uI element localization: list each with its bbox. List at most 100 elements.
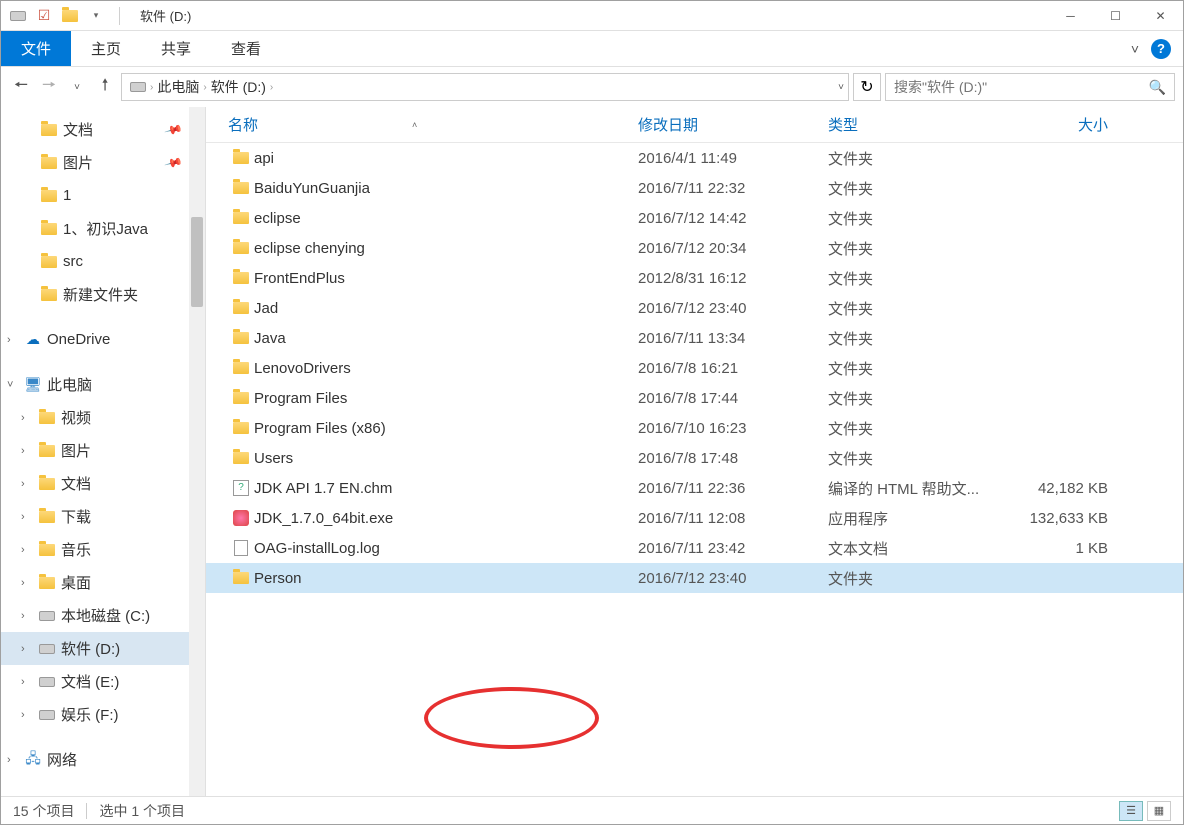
file-row[interactable]: LenovoDrivers2016/7/8 16:21文件夹 (206, 353, 1183, 383)
file-type: 文件夹 (828, 358, 1008, 379)
file-name: JDK_1.7.0_64bit.exe (254, 510, 638, 527)
back-button[interactable]: 🠔 (9, 75, 33, 99)
sidebar-thispc[interactable]: ˅ 🖥 此电脑 (1, 368, 205, 401)
help-icon[interactable]: ? (1151, 39, 1171, 59)
file-row[interactable]: BaiduYunGuanjia2016/7/11 22:32文件夹 (206, 173, 1183, 203)
minimize-button[interactable]: ─ (1048, 1, 1093, 31)
sidebar-item[interactable]: ›本地磁盘 (C:) (1, 599, 205, 632)
file-row[interactable]: Jad2016/7/12 23:40文件夹 (206, 293, 1183, 323)
file-date: 2016/7/8 17:44 (638, 390, 828, 407)
qat-dropdown-icon[interactable]: ▾ (85, 5, 107, 27)
maximize-button[interactable]: ☐ (1093, 1, 1138, 31)
file-row[interactable]: Person2016/7/12 23:40文件夹 (206, 563, 1183, 593)
chevron-right-icon[interactable]: › (21, 676, 37, 688)
file-row[interactable]: api2016/4/1 11:49文件夹 (206, 143, 1183, 173)
sidebar-item[interactable]: 图片📌 (1, 146, 205, 179)
log-icon (228, 540, 254, 556)
sidebar-item[interactable]: ›桌面 (1, 566, 205, 599)
address-bar[interactable]: › 此电脑 › 软件 (D:) › ˅ (121, 73, 849, 101)
history-dropdown-icon[interactable]: ˅ (65, 75, 89, 99)
sidebar-item[interactable]: ›音乐 (1, 533, 205, 566)
sidebar-item[interactable]: 文档📌 (1, 113, 205, 146)
chevron-right-icon[interactable]: › (270, 82, 273, 93)
file-row[interactable]: JDK_1.7.0_64bit.exe2016/7/11 12:08应用程序13… (206, 503, 1183, 533)
file-row[interactable]: Program Files2016/7/8 17:44文件夹 (206, 383, 1183, 413)
file-row[interactable]: eclipse chenying2016/7/12 20:34文件夹 (206, 233, 1183, 263)
sidebar-onedrive[interactable]: › ☁ OneDrive (1, 323, 205, 356)
close-button[interactable]: ✕ (1138, 1, 1183, 31)
search-box[interactable]: 🔍 (885, 73, 1175, 101)
chevron-right-icon[interactable]: › (7, 754, 23, 766)
sidebar-item[interactable]: 1、初识Java (1, 212, 205, 245)
chevron-right-icon[interactable]: › (21, 643, 37, 655)
sidebar-item[interactable]: ›娱乐 (F:) (1, 698, 205, 731)
sidebar-item[interactable]: ›下载 (1, 500, 205, 533)
file-name: JDK API 1.7 EN.chm (254, 480, 638, 497)
sidebar-item[interactable]: 1 (1, 179, 205, 212)
file-name: eclipse chenying (254, 240, 638, 257)
drive-icon (37, 611, 57, 621)
qat-properties-icon[interactable]: ☑ (33, 5, 55, 27)
sidebar-network[interactable]: › 🖧 网络 (1, 743, 205, 776)
folder-icon (228, 212, 254, 224)
chevron-down-icon[interactable]: ˅ (7, 379, 23, 391)
column-date[interactable]: 修改日期 (638, 114, 828, 135)
chevron-right-icon[interactable]: › (21, 412, 37, 424)
sidebar-item[interactable]: ›视频 (1, 401, 205, 434)
file-row[interactable]: eclipse2016/7/12 14:42文件夹 (206, 203, 1183, 233)
search-icon[interactable]: 🔍 (1149, 79, 1166, 96)
file-date: 2016/7/11 12:08 (638, 510, 828, 527)
chevron-right-icon[interactable]: › (21, 577, 37, 589)
onedrive-icon: ☁ (23, 331, 43, 348)
sidebar-item[interactable]: 新建文件夹 (1, 278, 205, 311)
sidebar-scrollbar[interactable] (189, 107, 205, 796)
tab-file[interactable]: 文件 (1, 31, 71, 66)
file-date: 2016/7/11 22:32 (638, 180, 828, 197)
column-name[interactable]: 名称˄ (228, 114, 638, 135)
column-size[interactable]: 大小 (1008, 114, 1128, 135)
column-type[interactable]: 类型 (828, 114, 1008, 135)
drive-icon (37, 644, 57, 654)
sidebar-item[interactable]: ›文档 (1, 467, 205, 500)
column-headers: 名称˄ 修改日期 类型 大小 (206, 107, 1183, 143)
ribbon-expand-icon[interactable]: ˅ (1131, 41, 1139, 57)
chevron-right-icon[interactable]: › (21, 544, 37, 556)
file-row[interactable]: OAG-installLog.log2016/7/11 23:42文本文档1 K… (206, 533, 1183, 563)
breadcrumb-thispc[interactable]: 此电脑 (153, 77, 203, 97)
file-row[interactable]: FrontEndPlus2012/8/31 16:12文件夹 (206, 263, 1183, 293)
search-input[interactable] (894, 79, 1149, 95)
chevron-right-icon[interactable]: › (21, 478, 37, 490)
chevron-right-icon[interactable]: › (21, 511, 37, 523)
sidebar-item[interactable]: src (1, 245, 205, 278)
forward-button[interactable]: 🠖 (37, 75, 61, 99)
chevron-right-icon[interactable]: › (21, 610, 37, 622)
file-date: 2016/4/1 11:49 (638, 150, 828, 167)
file-row[interactable]: Users2016/7/8 17:48文件夹 (206, 443, 1183, 473)
view-details-button[interactable]: ☰ (1119, 801, 1143, 821)
folder-icon (39, 256, 59, 268)
file-name: LenovoDrivers (254, 360, 638, 377)
breadcrumb-drive[interactable]: 软件 (D:) (207, 77, 270, 97)
refresh-button[interactable]: ↻ (853, 73, 881, 101)
sidebar-item[interactable]: ›图片 (1, 434, 205, 467)
sidebar-item[interactable]: ›文档 (E:) (1, 665, 205, 698)
file-type: 文件夹 (828, 448, 1008, 469)
chevron-right-icon[interactable]: › (21, 445, 37, 457)
drive-icon (37, 677, 57, 687)
chevron-right-icon[interactable]: › (7, 334, 23, 346)
sidebar-item[interactable]: ›软件 (D:) (1, 632, 205, 665)
up-button[interactable]: 🠕 (93, 75, 117, 99)
tab-共享[interactable]: 共享 (141, 30, 211, 67)
chevron-right-icon[interactable]: › (21, 709, 37, 721)
tab-主页[interactable]: 主页 (71, 30, 141, 67)
file-row[interactable]: Java2016/7/11 13:34文件夹 (206, 323, 1183, 353)
view-icons-button[interactable]: ▦ (1147, 801, 1171, 821)
file-type: 应用程序 (828, 508, 1008, 529)
tab-查看[interactable]: 查看 (211, 30, 281, 67)
file-row[interactable]: JDK API 1.7 EN.chm2016/7/11 22:36编译的 HTM… (206, 473, 1183, 503)
status-selection: 选中 1 个项目 (99, 801, 185, 821)
address-dropdown-icon[interactable]: ˅ (838, 82, 844, 93)
file-type: 文件夹 (828, 268, 1008, 289)
file-row[interactable]: Program Files (x86)2016/7/10 16:23文件夹 (206, 413, 1183, 443)
file-name: OAG-installLog.log (254, 540, 638, 557)
